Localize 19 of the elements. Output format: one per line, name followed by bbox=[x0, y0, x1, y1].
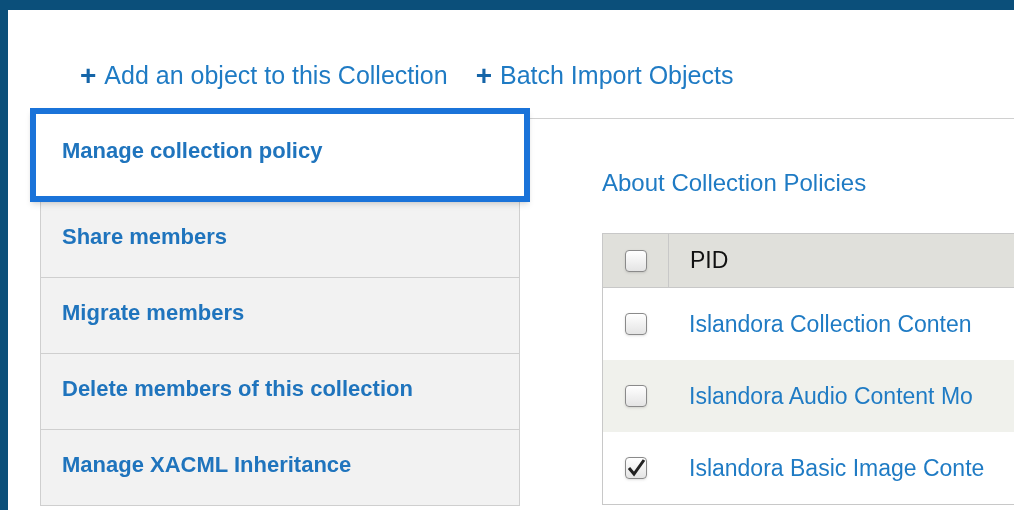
section-heading[interactable]: About Collection Policies bbox=[602, 165, 1014, 201]
plus-icon: + bbox=[80, 62, 97, 90]
checkbox[interactable] bbox=[624, 249, 647, 272]
vertical-tab[interactable]: Delete members of this collection bbox=[40, 354, 520, 430]
checkbox[interactable] bbox=[625, 457, 647, 479]
vertical-tab[interactable]: Manage XACML Inheritance bbox=[40, 430, 520, 506]
action-label: Add an object to this Collection bbox=[104, 60, 448, 92]
pid-link[interactable]: Islandora Basic Image Conte bbox=[689, 450, 985, 486]
action-link[interactable]: + Add an object to this Collection bbox=[80, 57, 448, 95]
action-label: Batch Import Objects bbox=[500, 60, 734, 92]
checkbox[interactable] bbox=[625, 313, 647, 335]
vertical-tab[interactable]: Migrate members bbox=[40, 278, 520, 354]
checkbox[interactable] bbox=[625, 385, 647, 407]
column-header: PID bbox=[690, 246, 729, 276]
vertical-tab[interactable]: Manage collection policy bbox=[30, 108, 530, 202]
vertical-tab[interactable]: Share members bbox=[40, 202, 520, 278]
action-link[interactable]: + Batch Import Objects bbox=[475, 57, 734, 95]
pid-link[interactable]: Islandora Collection Conten bbox=[689, 306, 972, 342]
plus-icon: + bbox=[475, 62, 492, 90]
